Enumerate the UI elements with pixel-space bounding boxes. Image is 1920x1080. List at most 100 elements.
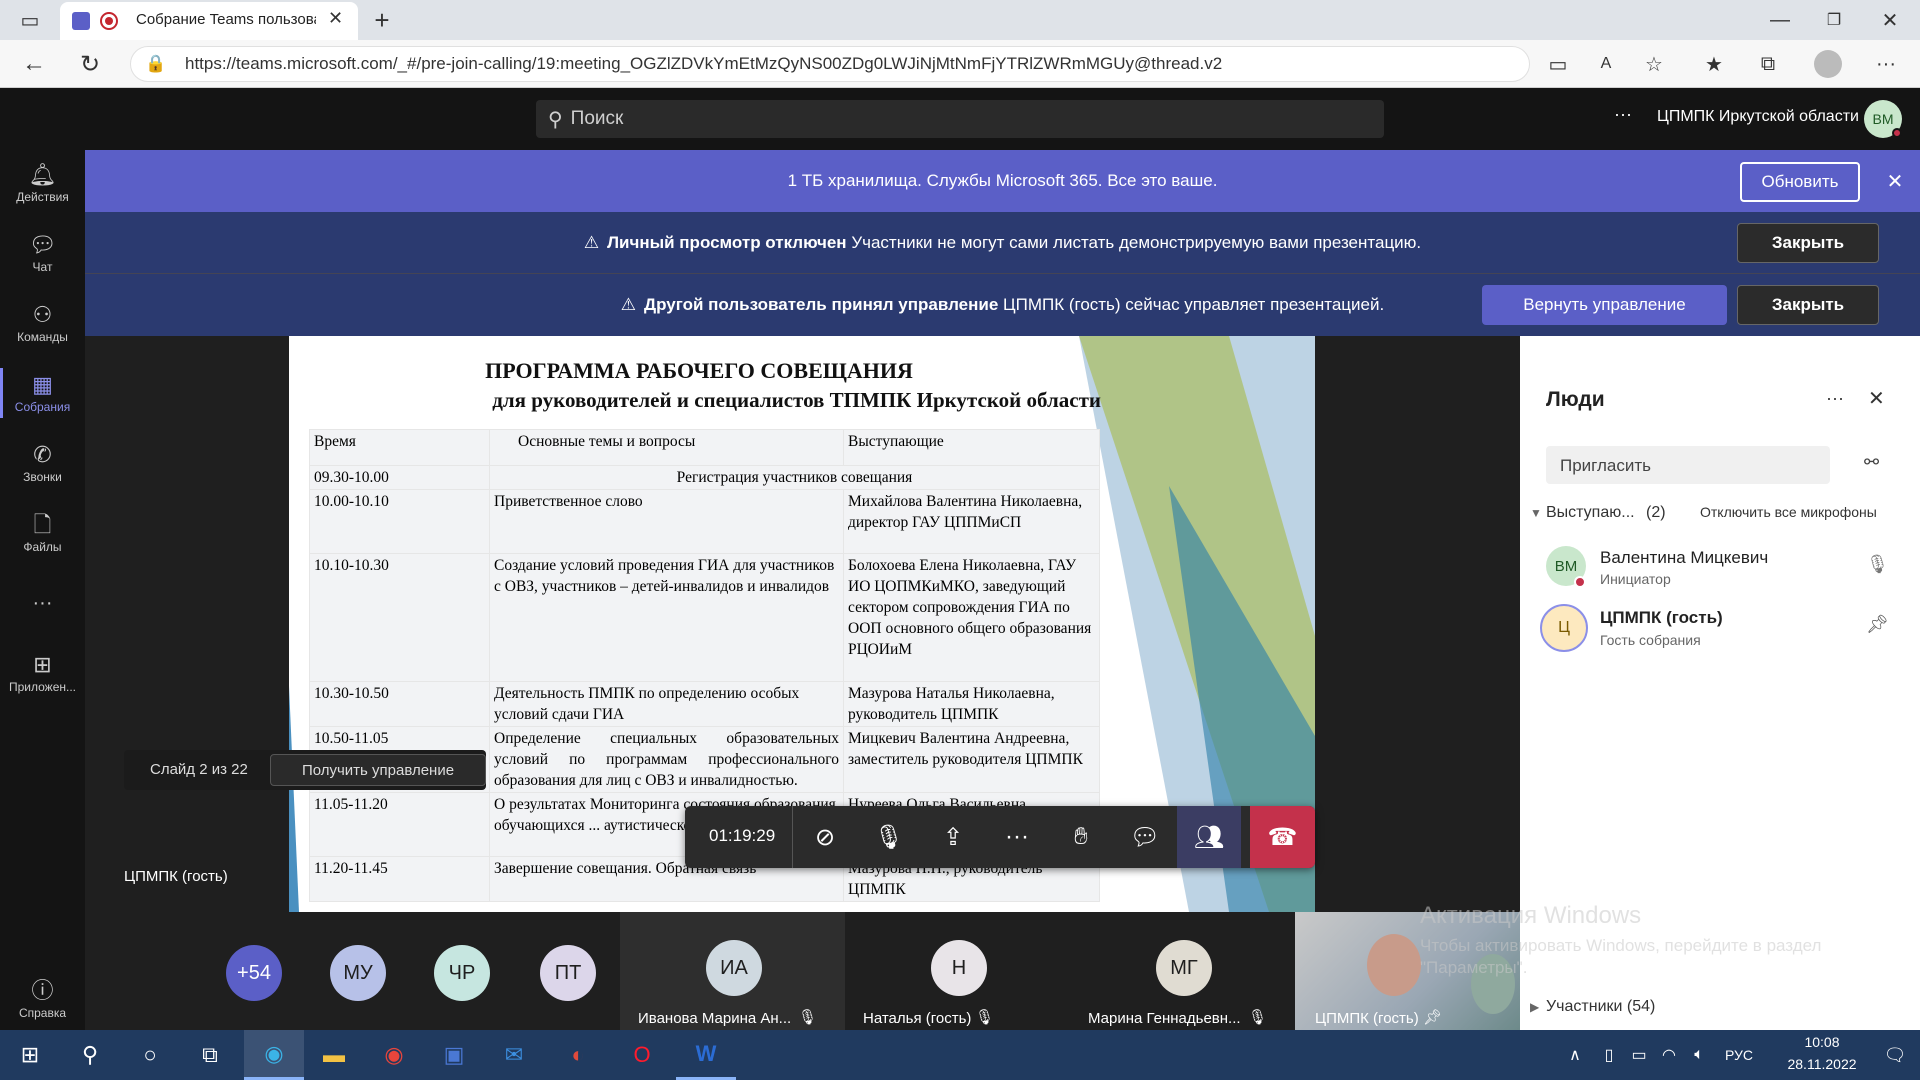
clock-time[interactable]: 10:08 bbox=[1770, 1034, 1874, 1050]
rail-label: Действия bbox=[16, 190, 69, 204]
participant-tile[interactable]: ИА Иванова Марина Ан... 🎙︎ bbox=[620, 912, 845, 1030]
new-tab-icon[interactable]: + bbox=[366, 4, 398, 36]
return-control-button[interactable]: Вернуть управление bbox=[1482, 285, 1727, 325]
avatar[interactable]: МУ bbox=[330, 945, 386, 1001]
back-icon[interactable]: ← bbox=[16, 48, 52, 80]
table-header-row: Время Основные темы и вопросы Выступающи… bbox=[309, 429, 1100, 466]
mute-all-button[interactable]: Отключить все микрофоны bbox=[1700, 504, 1877, 520]
start-icon[interactable]: ⊞ bbox=[0, 1030, 60, 1080]
minimize-icon[interactable]: — bbox=[1760, 4, 1800, 36]
participant-tile[interactable]: Н Наталья (гость) 🎙︎ bbox=[845, 912, 1070, 1030]
wifi-icon[interactable]: ◠ bbox=[1654, 1030, 1684, 1080]
rail-item-files[interactable]: 🗋 Файлы bbox=[0, 502, 85, 564]
invite-input[interactable]: Пригласить bbox=[1546, 446, 1830, 484]
rail-item-help[interactable]: ⓘ Справка bbox=[0, 968, 85, 1030]
participant-role: Гость собрания bbox=[1600, 632, 1701, 648]
rail-item-apps[interactable]: ⊞ Приложен... bbox=[0, 642, 85, 704]
search-input[interactable]: ⚲ Поиск bbox=[536, 100, 1384, 138]
chrome-icon[interactable]: ◉ bbox=[364, 1030, 424, 1080]
overflow-participants[interactable]: +54 bbox=[226, 945, 282, 1001]
camera-icon[interactable]: ▭ bbox=[1540, 50, 1576, 78]
read-aloud-icon[interactable]: A bbox=[1588, 50, 1624, 78]
leave-call-icon[interactable]: ☎ bbox=[1250, 806, 1315, 868]
word-icon[interactable]: W bbox=[676, 1030, 736, 1080]
expand-icon[interactable]: ▶ bbox=[1530, 1000, 1539, 1014]
presenters-label[interactable]: Выступаю... bbox=[1546, 504, 1635, 522]
mail-icon[interactable]: ✉ bbox=[484, 1030, 544, 1080]
slide-subtitle: для руководителей и специалистов ТПМПК И… bbox=[492, 388, 1101, 412]
language-indicator[interactable]: РУС bbox=[1714, 1030, 1764, 1080]
maximize-icon[interactable]: ❐ bbox=[1814, 4, 1854, 36]
raise-hand-icon[interactable]: ✋︎ bbox=[1049, 806, 1113, 868]
warning-icon: ⚠ bbox=[583, 232, 600, 252]
pin-icon[interactable]: 📌︎ bbox=[1866, 614, 1889, 635]
url-text: https://teams.microsoft.com/_#/pre-join-… bbox=[185, 54, 1223, 73]
edge-icon[interactable]: ◉ bbox=[244, 1030, 304, 1080]
tab-close-icon[interactable]: ✕ bbox=[328, 8, 343, 29]
panel-close-icon[interactable]: ✕ bbox=[1868, 386, 1885, 411]
tab-title: Собрание Teams пользова bbox=[136, 11, 316, 28]
chat-icon[interactable]: 💬︎ bbox=[1113, 806, 1177, 868]
table-cell: Создание условий проведения ГИА для учас… bbox=[489, 553, 844, 682]
share-screen-icon[interactable]: ⇪ bbox=[921, 806, 985, 868]
mic-off-icon[interactable]: 🎙︎ bbox=[857, 806, 921, 868]
bell-icon: 🔔︎ bbox=[28, 162, 57, 187]
tray-chevron-icon[interactable]: ∧ bbox=[1560, 1030, 1590, 1080]
add-favorite-icon[interactable]: ☆ bbox=[1636, 50, 1672, 78]
panel-more-icon[interactable]: ··· bbox=[1826, 388, 1844, 409]
promo-text: 1 ТБ хранилища. Службы Microsoft 365. Вс… bbox=[787, 171, 1218, 190]
search-placeholder: Поиск bbox=[570, 108, 624, 129]
clock-date[interactable]: 28.11.2022 bbox=[1770, 1056, 1874, 1072]
notifications-icon[interactable]: 🗨︎ bbox=[1870, 1030, 1920, 1080]
profile-avatar[interactable] bbox=[1814, 50, 1842, 78]
close-control-banner-button[interactable]: Закрыть bbox=[1737, 285, 1879, 325]
collapse-icon[interactable]: ▼ bbox=[1530, 506, 1542, 520]
participants-count[interactable]: Участники (54) bbox=[1546, 998, 1655, 1016]
people-icon[interactable]: 👥︎ bbox=[1177, 806, 1241, 868]
rail-item-teams[interactable]: ⚇ Команды bbox=[0, 292, 85, 354]
avatar[interactable]: ЧР bbox=[434, 945, 490, 1001]
cortana-icon[interactable]: ○ bbox=[120, 1030, 180, 1080]
refresh-icon[interactable]: ↻ bbox=[72, 48, 108, 80]
battery-icon[interactable]: ▭ bbox=[1624, 1030, 1654, 1080]
url-field[interactable]: 🔒 https://teams.microsoft.com/_#/pre-joi… bbox=[130, 46, 1530, 82]
promo-close-icon[interactable]: ✕ bbox=[1880, 166, 1910, 196]
opera-icon[interactable]: O bbox=[612, 1030, 672, 1080]
table-cell: Михайлова Валентина Николаевна, директор… bbox=[843, 489, 1100, 554]
volume-icon[interactable]: 🔈︎ bbox=[1684, 1030, 1714, 1080]
status-dot bbox=[1892, 128, 1902, 138]
participant-tile[interactable]: МГ Марина Геннадьевн... 🎙︎ bbox=[1070, 912, 1295, 1030]
camera-off-icon[interactable]: ⊘ bbox=[793, 806, 857, 868]
meeting-controls: 01:19:29 ⊘ 🎙︎ ⇪ ··· ✋︎ 💬︎ 👥︎ ☎ bbox=[685, 806, 1315, 868]
recording-icon bbox=[100, 12, 118, 30]
tab-actions-icon[interactable]: ▭ bbox=[12, 6, 48, 34]
share-link-icon[interactable]: ⚯ bbox=[1864, 452, 1879, 473]
participant-name[interactable]: Валентина Мицкевич bbox=[1600, 548, 1768, 568]
file-explorer-icon[interactable]: ▬ bbox=[304, 1030, 364, 1080]
close-banner-button[interactable]: Закрыть bbox=[1737, 223, 1879, 263]
rail-item-chat[interactable]: 💬︎ Чат bbox=[0, 222, 85, 284]
search-icon[interactable]: ⚲ bbox=[60, 1030, 120, 1080]
participant-name[interactable]: ЦПМПК (гость) bbox=[1600, 608, 1723, 628]
ccleaner-icon[interactable]: ◐ bbox=[548, 1030, 608, 1080]
browser-menu-icon[interactable]: ··· bbox=[1868, 50, 1904, 78]
rail-more-icon[interactable]: ··· bbox=[0, 572, 85, 634]
task-view-icon[interactable]: ⧉ bbox=[180, 1030, 240, 1080]
more-actions-icon[interactable]: ··· bbox=[985, 806, 1049, 868]
browser-tab[interactable]: Собрание Teams пользова ✕ bbox=[60, 2, 358, 40]
rail-label: Команды bbox=[17, 330, 68, 344]
avatar[interactable]: ПТ bbox=[540, 945, 596, 1001]
favorites-icon[interactable]: ★ bbox=[1696, 50, 1732, 78]
rail-label: Приложен... bbox=[8, 680, 76, 694]
rail-item-activity[interactable]: 🔔︎ Действия bbox=[0, 152, 85, 214]
rail-item-calls[interactable]: ✆ Звонки bbox=[0, 432, 85, 494]
rail-item-meetings[interactable]: ▦ Собрания bbox=[0, 362, 85, 424]
org-name: ЦПМПК Иркутской области bbox=[1657, 108, 1859, 125]
close-window-icon[interactable]: ✕ bbox=[1870, 4, 1910, 36]
tray-app-icon[interactable]: ▯ bbox=[1594, 1030, 1624, 1080]
save-app-icon[interactable]: ▣ bbox=[424, 1030, 484, 1080]
take-control-button[interactable]: Получить управление bbox=[270, 754, 486, 786]
more-options-icon[interactable]: ··· bbox=[1614, 104, 1632, 125]
collections-icon[interactable]: ⧉ bbox=[1750, 50, 1786, 78]
upgrade-button[interactable]: Обновить bbox=[1740, 162, 1860, 202]
